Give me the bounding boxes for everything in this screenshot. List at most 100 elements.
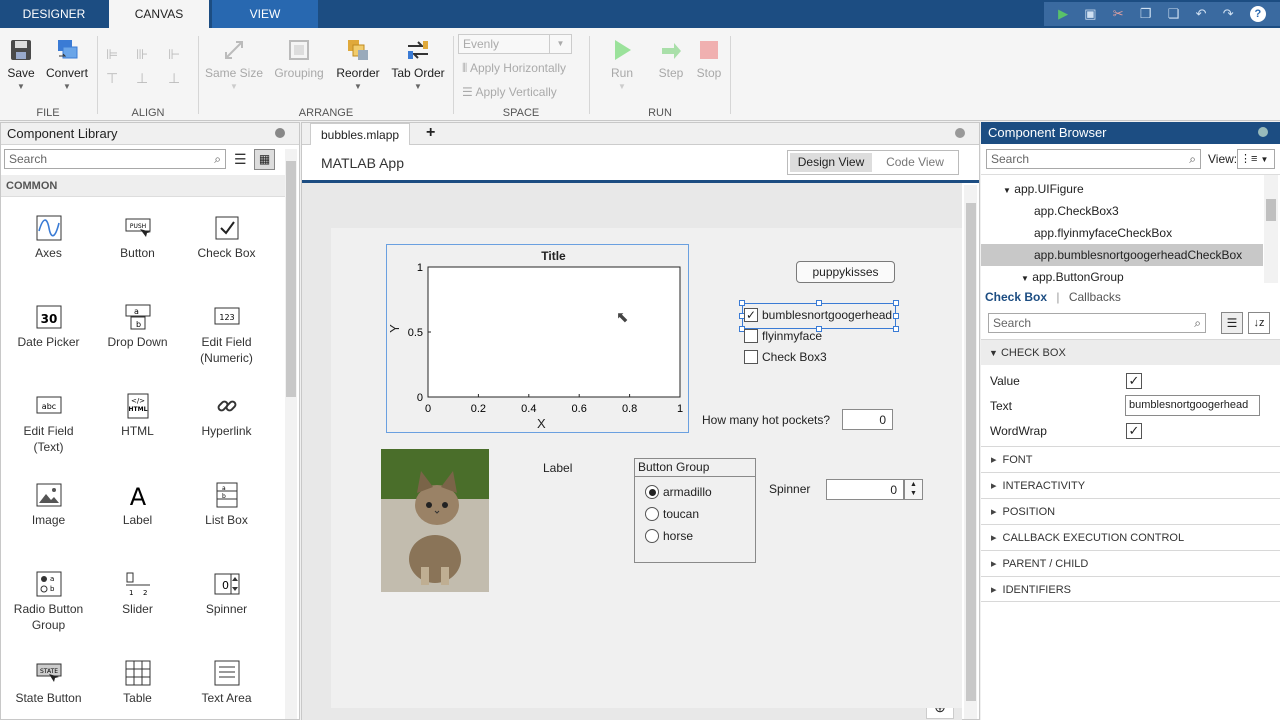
- same-size-dropdown-icon[interactable]: ▼: [204, 82, 264, 91]
- library-item-html[interactable]: HTML </> HTML: [93, 393, 182, 439]
- tab-designer[interactable]: DESIGNER: [0, 0, 108, 28]
- radio-indicator[interactable]: [645, 529, 659, 543]
- align-right-icon[interactable]: ⊩: [168, 46, 180, 63]
- prop-value-checkbox[interactable]: ✓: [1126, 373, 1142, 389]
- apply-horizontally-button[interactable]: ⦀ Apply Horizontally: [462, 61, 566, 76]
- checkbox-box[interactable]: [744, 350, 758, 364]
- section-callback-execution-control[interactable]: CALLBACK EXECUTION CONTROL: [981, 524, 1280, 550]
- tab-check-box-properties[interactable]: Check Box: [985, 290, 1047, 304]
- checkbox-flyinmyface[interactable]: flyinmyface: [744, 329, 822, 343]
- list-view-icon[interactable]: ☰: [234, 151, 247, 168]
- grouping-button[interactable]: Grouping: [270, 38, 328, 80]
- library-search-input[interactable]: Search ⌕: [4, 149, 226, 169]
- close-icon[interactable]: [275, 128, 285, 138]
- radio-horse[interactable]: horse: [645, 529, 693, 543]
- undo-icon[interactable]: ↶: [1196, 6, 1207, 22]
- radio-toucan[interactable]: toucan: [645, 507, 699, 521]
- reorder-dropdown-icon[interactable]: ▼: [334, 82, 382, 91]
- library-item-list-box[interactable]: a b List Box: [182, 482, 271, 528]
- convert-button[interactable]: Convert ▼: [44, 38, 90, 91]
- library-item-hyperlink[interactable]: Hyperlink: [182, 393, 271, 439]
- apply-vertically-button[interactable]: ☰ Apply Vertically: [462, 85, 557, 99]
- common-section-header[interactable]: COMMON: [1, 175, 285, 197]
- browser-search-input[interactable]: Search ⌕: [986, 149, 1201, 169]
- sort-icon[interactable]: ↓z: [1248, 312, 1270, 334]
- tab-bubbles-mlapp[interactable]: bubbles.mlapp: [310, 123, 411, 145]
- tree-node-bumblesnortgoogerhead[interactable]: app.bumblesnortgoogerheadCheckBox: [981, 244, 1263, 266]
- library-item-slider[interactable]: 1 2 Slider: [93, 571, 182, 617]
- expand-icon[interactable]: ▼: [1003, 186, 1011, 195]
- section-font[interactable]: FONT: [981, 446, 1280, 472]
- align-center-icon[interactable]: ⊪: [136, 46, 148, 63]
- tree-node-uifigure[interactable]: ▼ app.UIFigure: [1003, 178, 1084, 200]
- library-item-table[interactable]: Table: [93, 660, 182, 706]
- resize-handle[interactable]: [893, 326, 899, 332]
- tree-scrollbar[interactable]: [1264, 175, 1278, 283]
- expand-icon[interactable]: ▼: [1021, 274, 1029, 283]
- grid-view-icon[interactable]: ▦: [254, 149, 275, 170]
- property-search-input[interactable]: Search ⌕: [988, 313, 1206, 333]
- ui-axes[interactable]: 0 0.2 0.4 0.6 0.8 1 0 0.5 1 Title X Y: [386, 244, 689, 433]
- checkbox-box[interactable]: ✓: [744, 308, 758, 322]
- chevron-down-icon[interactable]: ▼: [549, 35, 571, 53]
- button-group[interactable]: Button Group armadillo toucan horse: [634, 458, 756, 563]
- tab-callbacks[interactable]: Callbacks: [1069, 290, 1121, 304]
- library-item-check-box[interactable]: Check Box: [182, 215, 271, 261]
- library-item-axes[interactable]: Axes: [4, 215, 93, 261]
- section-position[interactable]: POSITION: [981, 498, 1280, 524]
- library-item-spinner[interactable]: 0 Spinner: [182, 571, 271, 617]
- list-view-icon[interactable]: ☰: [1221, 312, 1243, 334]
- tree-node-checkbox3[interactable]: app.CheckBox3: [1034, 200, 1119, 222]
- stop-button[interactable]: Stop: [694, 38, 724, 80]
- paste-icon[interactable]: ❏: [1168, 6, 1180, 22]
- kitten-image[interactable]: [381, 449, 489, 592]
- close-icon[interactable]: [1258, 127, 1268, 137]
- tab-view[interactable]: VIEW: [212, 0, 318, 28]
- resize-handle[interactable]: [816, 300, 822, 306]
- spinner-arrows[interactable]: ▲ ▼: [904, 479, 923, 500]
- run-dropdown-icon[interactable]: ▼: [604, 82, 640, 91]
- prop-text-field[interactable]: bumblesnortgoogerhead: [1125, 395, 1260, 416]
- chevron-down-icon[interactable]: ▼: [1260, 155, 1268, 164]
- convert-dropdown-icon[interactable]: ▼: [44, 82, 90, 91]
- align-middle-icon[interactable]: ⊥: [136, 70, 148, 87]
- checkbox-box[interactable]: [744, 329, 758, 343]
- checkbox-bumblesnortgoogerhead[interactable]: ✓ bumblesnortgoogerhead: [744, 308, 892, 322]
- step-button[interactable]: Step: [653, 38, 689, 80]
- library-item-edit-field-numeric[interactable]: 123 Edit Field (Numeric): [182, 304, 271, 366]
- view-dropdown[interactable]: ⋮≡ ▼: [1237, 149, 1275, 169]
- resize-handle[interactable]: [893, 300, 899, 306]
- canvas-scrollbar[interactable]: [964, 185, 977, 719]
- collapse-icon[interactable]: ▼: [989, 348, 998, 358]
- library-item-drop-down[interactable]: a b Drop Down: [93, 304, 182, 350]
- section-check-box[interactable]: ▼ CHECK BOX: [981, 339, 1280, 365]
- hot-pockets-field[interactable]: 0: [842, 409, 893, 430]
- spinner-field[interactable]: 0: [826, 479, 904, 500]
- spinner-up-icon[interactable]: ▲: [910, 481, 917, 488]
- library-item-edit-field-text[interactable]: abc Edit Field (Text): [4, 393, 93, 455]
- tree-node-flyinmyface[interactable]: app.flyinmyfaceCheckBox: [1034, 222, 1172, 244]
- puppykisses-button[interactable]: puppykisses: [796, 261, 895, 283]
- section-interactivity[interactable]: INTERACTIVITY: [981, 472, 1280, 498]
- section-parent-child[interactable]: PARENT / CHILD: [981, 550, 1280, 576]
- library-item-button[interactable]: PUSH Button: [93, 215, 182, 261]
- add-tab-icon[interactable]: +: [426, 123, 435, 143]
- spacing-dropdown[interactable]: Evenly ▼: [458, 34, 572, 54]
- library-item-text-area[interactable]: Text Area: [182, 660, 271, 706]
- radio-armadillo[interactable]: armadillo: [645, 485, 712, 499]
- align-left-icon[interactable]: ⊫: [106, 46, 118, 63]
- copy-icon[interactable]: ❐: [1140, 6, 1152, 22]
- spinner-down-icon[interactable]: ▼: [910, 490, 917, 497]
- library-scrollbar[interactable]: [285, 149, 297, 719]
- checkbox-check-box3[interactable]: Check Box3: [744, 350, 827, 364]
- code-view-button[interactable]: Code View: [874, 153, 956, 172]
- run-button[interactable]: Run ▼: [604, 38, 640, 91]
- radio-indicator[interactable]: [645, 507, 659, 521]
- radio-indicator[interactable]: [645, 485, 659, 499]
- resize-handle[interactable]: [739, 300, 745, 306]
- library-item-radio-button-group[interactable]: a b Radio Button Group: [4, 571, 93, 633]
- library-item-state-button[interactable]: STATE State Button: [4, 660, 93, 706]
- reorder-button[interactable]: Reorder ▼: [334, 38, 382, 91]
- library-item-label[interactable]: A Label: [93, 482, 182, 528]
- library-item-image[interactable]: Image: [4, 482, 93, 528]
